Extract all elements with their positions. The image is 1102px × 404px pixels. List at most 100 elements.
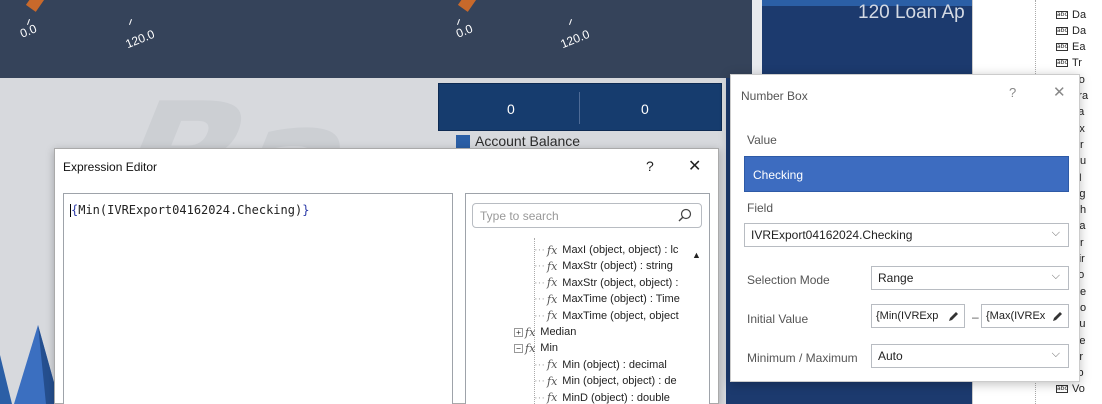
field-list-item-label: Da [1072,24,1087,37]
field-list-item-label: Ea [1072,41,1086,54]
function-icon: fx [547,259,558,273]
close-icon[interactable]: ✕ [1053,83,1066,101]
function-icon: fx [547,358,558,372]
tree-node-label: Min (object) : decimal [562,358,667,371]
pencil-icon[interactable] [1051,309,1063,323]
tree-group-node[interactable]: − fx Min [514,340,558,356]
initial-max-value: {Max(IVREx [986,310,1046,322]
function-icon: fx [547,276,558,290]
tree-function-node[interactable]: ··· fx MinD (object) : double [534,390,670,404]
tree-function-node[interactable]: ··· fx MaxI (object, object) : lc [534,242,678,258]
chevron-down-icon: ⌵ [1051,227,1060,239]
tree-function-node[interactable]: ··· fx MaxStr (object) : string [534,258,673,274]
gauge-max-label: 120.0 [558,26,592,52]
scroll-up-icon[interactable]: ▲ [692,250,701,260]
function-icon: fx [525,325,536,339]
help-button[interactable]: ? [1009,85,1016,100]
collapse-icon[interactable]: − [514,343,523,353]
initial-value-label: Initial Value [747,312,809,326]
search-icon[interactable] [678,208,692,222]
kpi-card[interactable]: 0 0 [438,83,722,131]
value-field[interactable]: Checking [744,156,1069,192]
expand-icon[interactable]: + [514,327,523,337]
legend-swatch [456,134,470,148]
field-list-item[interactable]: abc Da [1056,7,1086,22]
function-icon: fx [547,391,558,404]
tree-connector: ··· [534,391,545,404]
tree-group-node[interactable]: + fx Median [514,324,576,340]
expression-input[interactable]: {Min(IVRExport04162024.Checking)} [63,193,453,404]
tree-node-label: MaxStr (object) : string [562,260,673,273]
selection-mode-select[interactable]: Range ⌵ [871,266,1069,290]
function-tree-panel: Type to search ▲ ··· fx MaxI (object, obje… [465,193,710,404]
value-label: Value [747,133,777,147]
number-box-panel: Number Box ? ✕ Value Checking Field IVRE… [730,74,1080,382]
gauge-strip: 0.0 120.0 0.0 120.0 [0,0,752,78]
dialog-title: Expression Editor [63,160,158,174]
initial-max-input[interactable]: {Max(IVREx [981,304,1069,328]
gauge-tick [569,19,572,25]
function-icon: fx [547,243,558,257]
gauge-needle-marker [25,0,47,12]
loan-tile: 120 Loan Ap [762,0,972,78]
tree-node-label: MaxI (object, object) : lc [562,244,679,256]
tree-node-label: MaxStr (object, object) : [562,276,679,289]
selection-mode-value: Range [878,271,914,285]
field-list-item-label: Vo [1072,383,1085,396]
field-list-item[interactable]: abc Tr [1056,56,1082,71]
tree-function-node[interactable]: ··· fx Min (object) : decimal [534,357,667,373]
tree-connector: ··· [534,375,545,388]
tree-function-node[interactable]: ··· fx MaxTime (object) : Time [534,291,680,307]
pencil-icon[interactable] [947,309,959,323]
function-icon: fx [547,292,558,306]
initial-min-input[interactable]: {Min(IVRExp [871,304,965,328]
tree-function-node[interactable]: ··· fx MaxStr (object, object) : [534,275,678,291]
field-select[interactable]: IVRExport04162024.Checking ⌵ [744,223,1069,247]
selection-mode-label: Selection Mode [747,273,830,287]
min-max-select[interactable]: Auto ⌵ [871,344,1069,368]
range-separator: – [972,310,979,324]
field-list-item-label: Tr [1072,57,1082,70]
gauge-min-label: 0.0 [17,21,39,41]
tree-connector: ··· [534,293,545,306]
field-type-icon: abc [1056,59,1068,68]
loan-tile-title: 120 Loan Ap [858,2,965,23]
tree-connector: ··· [534,276,545,289]
tree-connector: ··· [534,358,545,371]
tree-function-node[interactable]: ··· fx Min (object, object) : de [534,373,677,389]
tree-node-label: Min (object, object) : de [562,375,677,388]
tree-node-label: MinD (object) : double [562,391,670,404]
tree-node-label: MaxTime (object) : Time [562,293,680,306]
function-icon: fx [547,309,558,323]
field-type-icon: abc [1056,43,1068,52]
legend-label: Account Balance [475,133,581,149]
function-icon: fx [547,374,558,388]
gauge-max-label: 120.0 [123,26,157,52]
panel-title: Number Box [741,89,808,103]
tree-node-label: Min [540,342,559,355]
chevron-down-icon: ⌵ [1051,270,1060,282]
min-max-label: Minimum / Maximum [747,351,858,365]
function-icon: fx [525,341,536,355]
close-icon[interactable]: ✕ [688,156,701,176]
field-label: Field [747,201,774,215]
field-list-item[interactable]: abc Da [1056,23,1086,38]
field-list-item-label: Da [1072,8,1087,21]
field-type-icon: abc [1056,10,1068,19]
help-button[interactable]: ? [646,158,654,174]
field-list-item[interactable]: abc Vo [1056,382,1085,397]
tree-connector: ··· [534,309,545,322]
tree-node-label: MaxTime (object, object [562,309,679,322]
kpi-left-value: 0 [507,101,515,117]
field-list-item[interactable]: abc Ea [1056,40,1085,55]
search-input[interactable]: Type to search [472,203,702,228]
expression-close-brace: } [302,203,310,217]
gauge-needle-marker [457,0,479,12]
tree-node-label: Median [540,326,577,338]
min-max-value: Auto [878,349,903,363]
tree-connector: ··· [534,244,545,256]
chart-legend: Account Balance [456,133,580,149]
field-select-value: IVRExport04162024.Checking [751,228,913,242]
tree-function-node[interactable]: ··· fx MaxTime (object, object [534,308,679,324]
field-type-icon: abc [1056,26,1068,35]
